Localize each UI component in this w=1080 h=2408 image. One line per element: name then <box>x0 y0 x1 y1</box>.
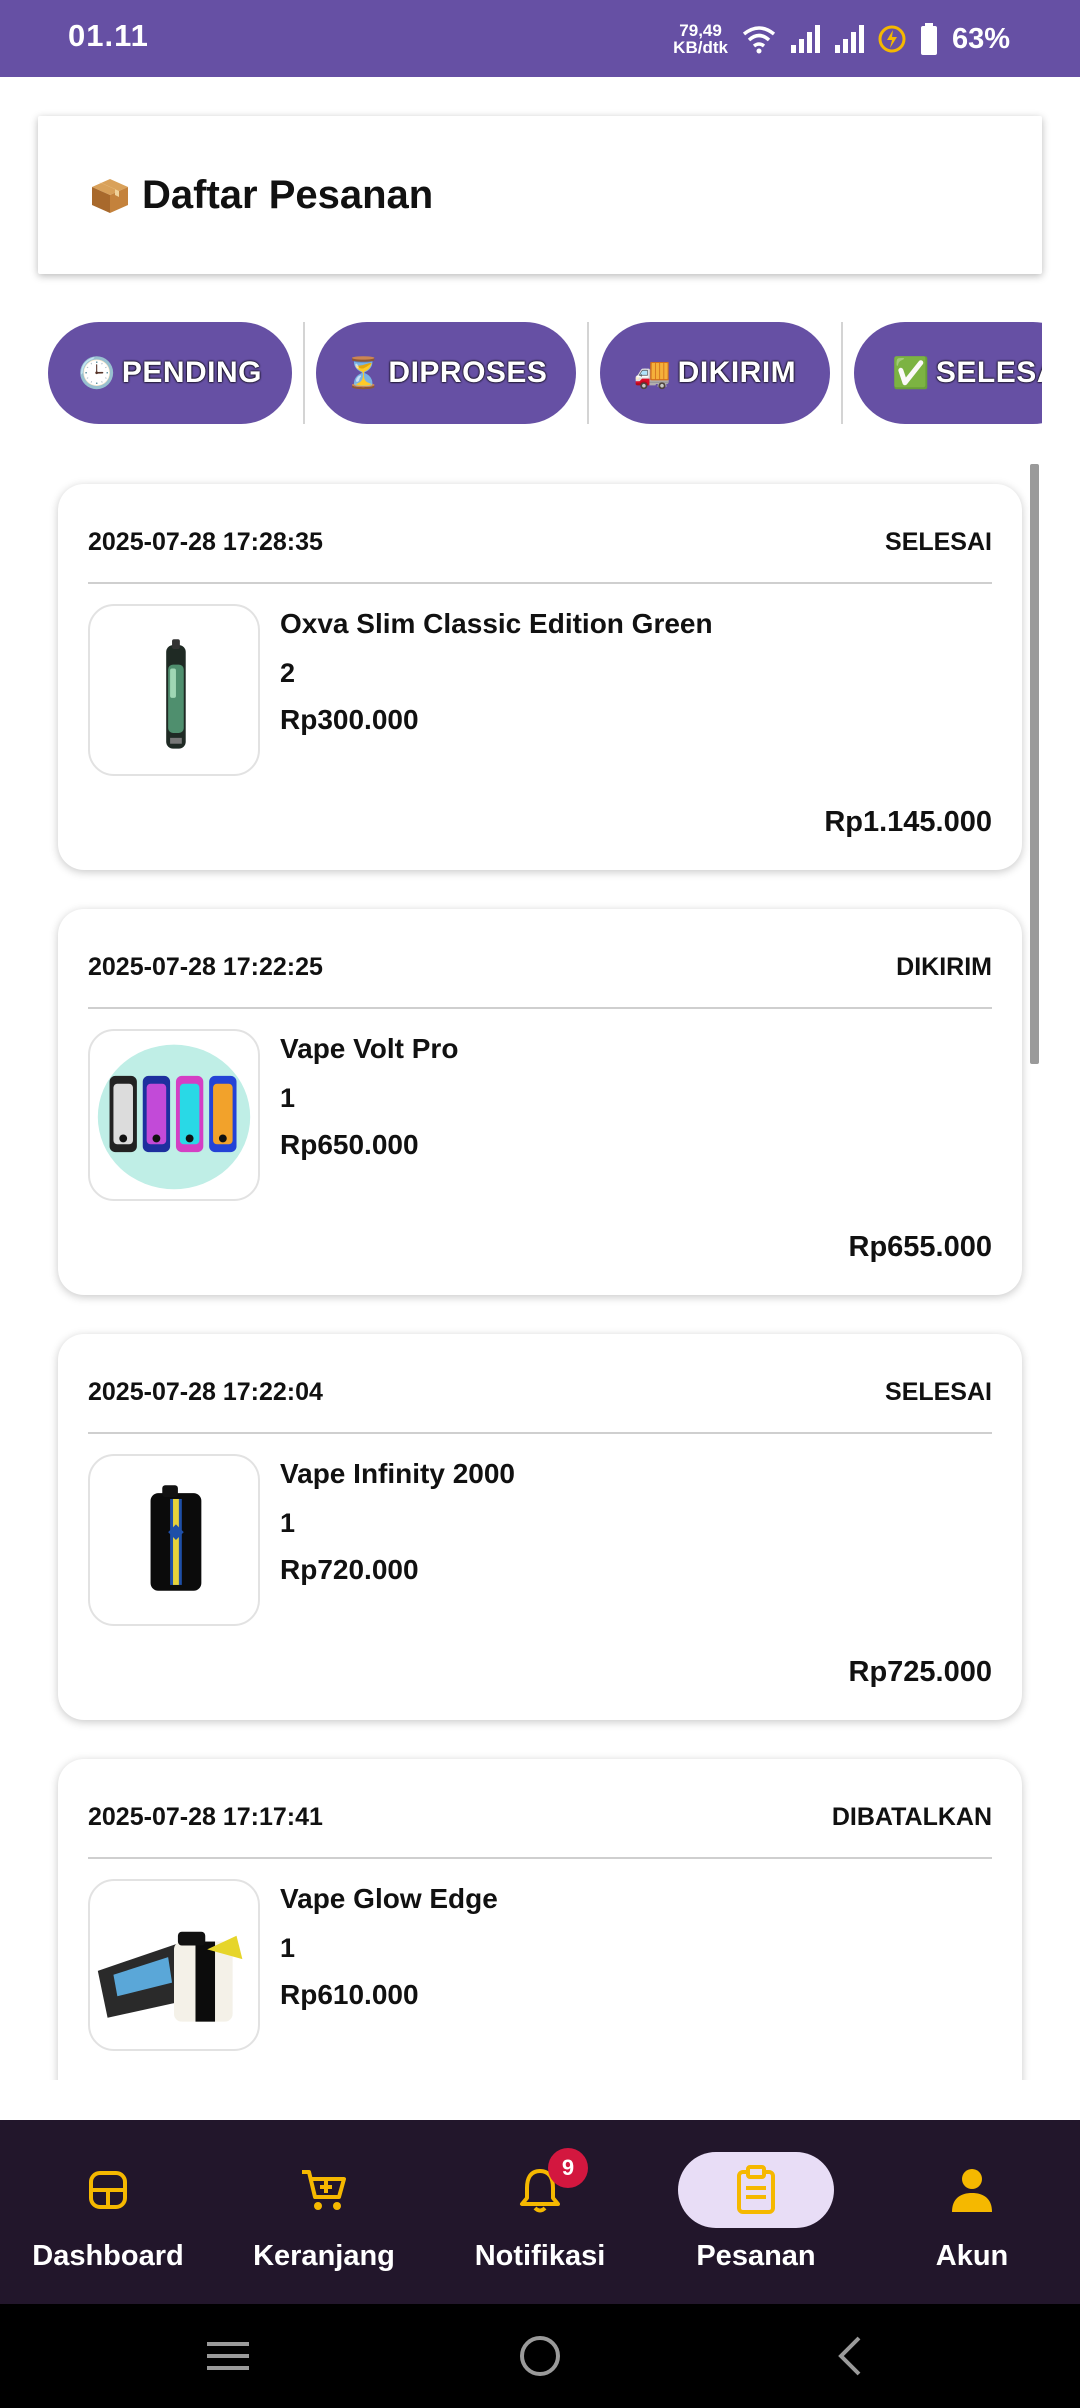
product-price: Rp720.000 <box>280 1554 419 1585</box>
order-status: SELESAI <box>885 528 992 556</box>
tab-divider <box>303 322 305 424</box>
divider <box>88 582 992 584</box>
order-date: 2025-07-28 17:22:25 <box>88 953 323 981</box>
scrollbar-thumb[interactable] <box>1030 464 1039 1064</box>
order-status: DIBATALKAN <box>831 1803 992 1831</box>
status-filter-tabs[interactable]: 🕒 PENDING ⏳ DIPROSES 🚚 DIKIRIM ✅ SELESAI <box>48 318 1042 428</box>
divider <box>88 1857 992 1859</box>
page-title: Daftar Pesanan <box>88 173 433 218</box>
order-card[interactable]: 2025-07-28 17:17:41 DIBATALKAN Vape Glow… <box>58 1759 1022 2080</box>
nav-keranjang-label: Keranjang <box>253 2240 395 2272</box>
home-circle-icon <box>520 2336 560 2376</box>
status-icons: 79,49 KB/dtk 63% <box>673 14 1010 64</box>
order-card[interactable]: 2025-07-28 17:22:25 DIKIRIM Vape Volt Pr… <box>58 909 1022 1295</box>
divider <box>88 1432 992 1434</box>
product-name: Oxva Slim Classic Edition Green <box>280 608 713 639</box>
tab-divider <box>587 322 589 424</box>
battery-icon <box>920 23 938 55</box>
battery-percent: 63% <box>951 22 1010 55</box>
notification-badge: 9 <box>548 2148 588 2188</box>
divider <box>88 1007 992 1009</box>
check-icon: ✅ <box>892 356 930 390</box>
order-status: SELESAI <box>885 1378 992 1406</box>
system-navigation-bar <box>0 2304 1080 2408</box>
product-quantity: 1 <box>280 1083 296 1113</box>
product-price: Rp300.000 <box>280 704 419 735</box>
truck-icon: 🚚 <box>633 356 672 390</box>
order-date: 2025-07-28 17:17:41 <box>88 1803 323 1831</box>
product-image <box>88 1879 260 2051</box>
tab-diproses[interactable]: ⏳ DIPROSES <box>316 322 576 424</box>
cart-icon <box>302 2170 346 2210</box>
tab-divider <box>841 322 843 424</box>
tab-pending-label: PENDING <box>121 356 263 389</box>
tab-selesai[interactable]: ✅ SELESAI <box>854 322 1042 424</box>
nav-pesanan-label: Pesanan <box>696 2240 816 2272</box>
tab-dikirim-label: DIKIRIM <box>677 356 797 389</box>
product-image <box>88 1029 260 1201</box>
status-time: 01.11 <box>68 18 149 53</box>
order-card[interactable]: 2025-07-28 17:22:04 SELESAI Vape Infinit… <box>58 1334 1022 1720</box>
product-name: Vape Glow Edge <box>280 1883 498 1914</box>
wifi-icon <box>742 24 776 54</box>
product-image <box>88 604 260 776</box>
bottom-navigation: Dashboard Keranjang 9 Notifikasi Pesanan… <box>0 2120 1080 2304</box>
order-date: 2025-07-28 17:22:04 <box>88 1378 323 1406</box>
product-quantity: 2 <box>280 658 296 688</box>
tab-pending[interactable]: 🕒 PENDING <box>48 322 292 424</box>
hourglass-icon: ⏳ <box>344 356 383 390</box>
order-card[interactable]: 2025-07-28 17:28:35 SELESAI Oxva Slim Cl… <box>58 484 1022 870</box>
product-quantity: 1 <box>280 1508 296 1538</box>
network-speed-value: 79,49 <box>679 21 722 40</box>
nav-notifikasi[interactable]: 9 Notifikasi <box>432 2120 648 2304</box>
product-quantity: 1 <box>280 1933 296 1963</box>
page-title-text: Daftar Pesanan <box>142 172 434 217</box>
product-price: Rp610.000 <box>280 1979 419 2010</box>
product-name: Vape Volt Pro <box>280 1033 459 1064</box>
home-button[interactable] <box>510 2326 570 2386</box>
tab-dikirim[interactable]: 🚚 DIKIRIM <box>600 322 830 424</box>
order-total: Rp1.145.000 <box>824 806 992 838</box>
person-icon <box>952 2169 992 2212</box>
battery-saver-icon <box>878 25 906 53</box>
package-icon <box>88 175 132 215</box>
product-name: Vape Infinity 2000 <box>280 1458 515 1489</box>
status-bar: 01.11 79,49 KB/dtk 63% <box>0 0 1080 77</box>
network-speed-unit: KB/dtk <box>673 38 728 57</box>
order-list[interactable]: 2025-07-28 17:28:35 SELESAI Oxva Slim Cl… <box>0 440 1080 2080</box>
order-total: Rp725.000 <box>848 1656 993 1688</box>
tab-selesai-label: SELESAI <box>935 356 1042 389</box>
clock-icon: 🕒 <box>77 356 116 390</box>
product-price: Rp650.000 <box>280 1129 419 1160</box>
order-total: Rp655.000 <box>848 1231 993 1263</box>
recents-button[interactable] <box>198 2326 258 2386</box>
nav-keranjang[interactable]: Keranjang <box>216 2120 432 2304</box>
nav-dashboard[interactable]: Dashboard <box>0 2120 216 2304</box>
dashboard-icon <box>89 2171 127 2209</box>
order-status: DIKIRIM <box>896 953 992 981</box>
clipboard-icon <box>737 2165 775 2214</box>
network-speed: 79,49 KB/dtk <box>673 22 728 56</box>
product-image <box>88 1454 260 1626</box>
nav-akun-label: Akun <box>935 2240 1009 2272</box>
nav-akun[interactable]: Akun <box>864 2120 1080 2304</box>
active-indicator <box>678 2152 834 2228</box>
nav-notifikasi-label: Notifikasi <box>474 2240 606 2272</box>
signal-icon <box>790 25 820 53</box>
nav-pesanan[interactable]: Pesanan <box>648 2120 864 2304</box>
back-button[interactable] <box>820 2326 880 2386</box>
nav-dashboard-label: Dashboard <box>32 2240 184 2272</box>
menu-icon <box>207 2342 249 2370</box>
header-card: Daftar Pesanan <box>38 116 1042 274</box>
signal-icon-2 <box>834 25 864 53</box>
back-chevron-icon <box>838 2336 861 2376</box>
tab-diproses-label: DIPROSES <box>388 356 548 389</box>
order-date: 2025-07-28 17:28:35 <box>88 528 323 556</box>
